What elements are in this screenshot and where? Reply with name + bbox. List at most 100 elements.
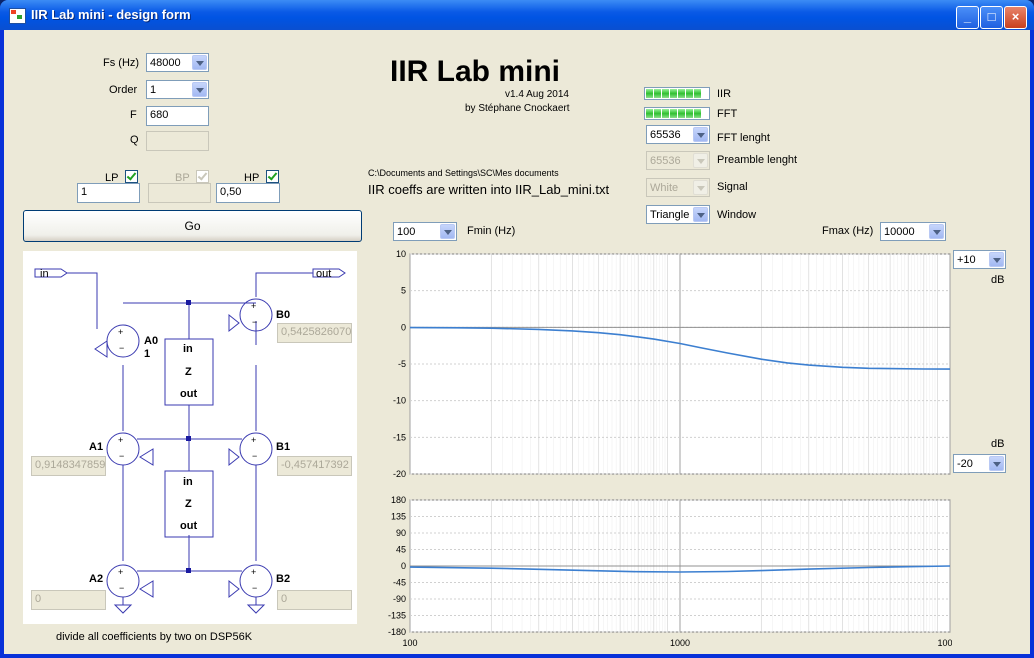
window-label: Window [717, 209, 757, 221]
z1-in-label: in [183, 343, 193, 355]
chevron-down-icon [693, 153, 708, 168]
db-top-select[interactable]: +10 [953, 250, 1006, 269]
fmax-value: 10000 [884, 226, 915, 238]
svg-text:+: + [251, 567, 256, 577]
b1-field[interactable]: -0,457417392 [277, 456, 352, 476]
chevron-down-icon [192, 82, 207, 97]
y-tick-label: 0 [401, 561, 406, 571]
y-tick-label: 5 [401, 286, 406, 296]
svg-text:+: + [251, 435, 256, 445]
app-icon [9, 8, 26, 24]
fmax-select[interactable]: 10000 [880, 222, 946, 241]
window-select[interactable]: Triangle [646, 205, 710, 224]
svg-text:−: − [252, 451, 257, 461]
chevron-down-icon [192, 55, 207, 70]
chevron-down-icon [693, 207, 708, 222]
signal-value: White [650, 182, 679, 194]
y-tick-label: -15 [393, 432, 406, 442]
minimize-button[interactable]: _ [956, 6, 979, 29]
svg-text:+: + [118, 327, 123, 337]
fs-label: Fs (Hz) [103, 57, 140, 69]
coeffs-note: IIR coeffs are written into IIR_Lab_mini… [368, 182, 610, 197]
go-button[interactable]: Go [23, 210, 362, 242]
svg-text:−: − [252, 317, 257, 327]
db-bottom-select[interactable]: -20 [953, 454, 1006, 473]
z2-label: Z [185, 498, 192, 510]
svg-text:−: − [252, 583, 257, 593]
order-value: 1 [150, 84, 157, 96]
x-tick-label: 100 [402, 638, 417, 648]
a1-label: A1 [89, 441, 104, 453]
bp-checkbox[interactable] [196, 170, 209, 183]
db-top-unit: dB [991, 274, 1005, 286]
y-tick-label: -90 [393, 594, 406, 604]
path-text: C:\Documents and Settings\SC\Mes documen… [368, 168, 559, 178]
fft-progress-bar [644, 107, 710, 120]
iir-progress-bar [644, 87, 710, 100]
b1-label: B1 [276, 441, 291, 453]
fs-value: 48000 [150, 57, 181, 69]
window-title: IIR Lab mini - design form [31, 7, 191, 22]
preamble-label: Preamble lenght [717, 154, 798, 166]
title-bar[interactable]: IIR Lab mini - design form _ □ × [0, 0, 1034, 30]
y-tick-label: 10 [396, 249, 406, 259]
q-input[interactable] [146, 131, 209, 151]
order-label: Order [109, 84, 138, 96]
biquad-diagram: + − + − + − + − + − + − in out A0 1 B0 0,54258… [23, 251, 357, 624]
fmin-value: 100 [397, 226, 416, 238]
author-text: by Stéphane Cnockaert [465, 103, 570, 114]
window-value: Triangle [650, 209, 690, 221]
close-icon: × [1011, 9, 1020, 24]
svg-text:−: − [119, 583, 124, 593]
x-tick-label: 10000 [937, 638, 952, 648]
y-tick-label: 0 [401, 322, 406, 332]
db-bottom-unit: dB [991, 438, 1005, 450]
a0-value: 1 [144, 348, 151, 360]
a0-label: A0 [144, 335, 159, 347]
db-bottom-value: -20 [957, 458, 973, 470]
lp-input[interactable]: 1 [77, 183, 140, 203]
chevron-down-icon [440, 224, 455, 239]
fmin-label: Fmin (Hz) [467, 225, 516, 237]
lp-checkbox[interactable] [125, 170, 138, 183]
z2-out-label: out [180, 520, 198, 532]
svg-text:−: − [119, 343, 124, 353]
signal-select[interactable]: White [646, 178, 710, 197]
svg-text:+: + [118, 435, 123, 445]
y-tick-label: -135 [388, 611, 406, 621]
order-select[interactable]: 1 [146, 80, 209, 99]
diagram-wires: + − + − + − + − + − + − [34, 268, 346, 614]
hp-checkbox[interactable] [266, 170, 279, 183]
hp-input[interactable]: 0,50 [216, 183, 280, 203]
z1-out-label: out [180, 388, 198, 400]
fft-label: FFT [717, 108, 738, 120]
chevron-down-icon [989, 456, 1004, 471]
bp-input[interactable] [148, 183, 211, 203]
version-text: v1.4 Aug 2014 [505, 89, 569, 100]
y-tick-label: -20 [393, 469, 406, 478]
maximize-button[interactable]: □ [980, 6, 1003, 29]
preamble-select[interactable]: 65536 [646, 151, 710, 170]
b2-field[interactable]: 0 [277, 590, 352, 610]
form-client: Fs (Hz) 48000 Order 1 F 680 Q LP 1 BP HP… [4, 30, 1030, 654]
f-input[interactable]: 680 [146, 106, 209, 126]
diagram-out-label: out [316, 268, 332, 280]
fs-select[interactable]: 48000 [146, 53, 209, 72]
fft-length-value: 65536 [650, 129, 681, 141]
fmax-label: Fmax (Hz) [822, 225, 874, 237]
iir-label: IIR [717, 88, 732, 100]
a2-field[interactable]: 0 [31, 590, 106, 610]
magnitude-chart: 10 5 0 -5 -10 -15 -20 [393, 249, 951, 478]
fmin-select[interactable]: 100 [393, 222, 457, 241]
y-tick-label: -180 [388, 627, 406, 637]
diagram-in-label: in [40, 268, 49, 280]
b0-label: B0 [276, 309, 291, 321]
z2-in-label: in [183, 476, 193, 488]
b0-field[interactable]: 0,5425826070 [277, 323, 352, 343]
fft-length-select[interactable]: 65536 [646, 125, 710, 144]
phase-chart: 180 135 90 45 0 -45 -90 -135 -180100 1000 10000 [388, 495, 952, 648]
minimize-icon: _ [963, 9, 972, 24]
preamble-value: 65536 [650, 155, 681, 167]
close-button[interactable]: × [1004, 6, 1027, 29]
a1-field[interactable]: 0,9148347859 [31, 456, 106, 476]
